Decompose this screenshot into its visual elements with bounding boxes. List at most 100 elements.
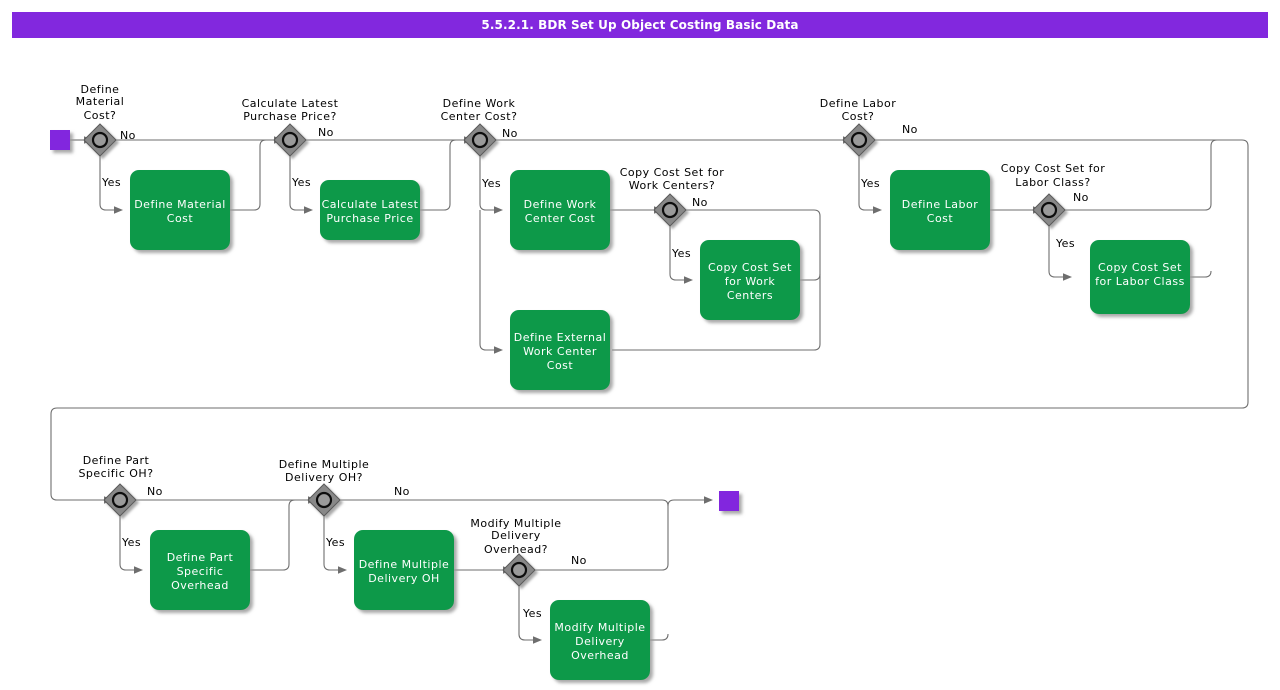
activity-label: Copy Cost Set [708, 261, 792, 274]
activity-define-external-work-center-cost[interactable]: Define External Work Center Cost [510, 310, 610, 390]
activity-label: Copy Cost Set [1098, 261, 1182, 274]
activity-modify-multiple-delivery-overhead[interactable]: Modify Multiple Delivery Overhead [550, 600, 650, 680]
arrow-head [533, 636, 542, 644]
gateway-circle-icon [510, 561, 528, 579]
edge-label-yes: Yes [121, 536, 141, 549]
arrow-head [1063, 273, 1072, 281]
gateway-define-labor-cost[interactable]: Define Labor Cost? [820, 97, 897, 157]
edge-copylabor-yes [1048, 226, 1063, 278]
gateway-define-multiple-delivery-oh[interactable]: Define Multiple Delivery OH? [279, 458, 370, 517]
activity-label: Cost [167, 212, 194, 225]
gateway-circle-icon [471, 131, 489, 149]
edge-label-yes: Yes [101, 176, 121, 189]
gateway-label: Define Multiple [279, 458, 370, 471]
gateway-label: Calculate Latest [242, 97, 339, 110]
gateway-circle-icon [1040, 201, 1058, 219]
node-layer: Define Material Cost? Calculate Latest P… [50, 83, 1190, 680]
edge-label-no: No [571, 554, 587, 567]
gateway-label: Delivery [491, 529, 541, 542]
activity-label: Purchase Price [326, 212, 413, 225]
arrow-head [684, 276, 693, 284]
edge-workcenter-yes-external [479, 210, 494, 351]
gateway-label: Material [76, 95, 125, 108]
activity-label: Cost [927, 212, 954, 225]
edge-label-no: No [147, 485, 163, 498]
activity-define-work-center-cost[interactable]: Define Work Center Cost [510, 170, 610, 250]
gateway-modify-multiple-delivery-overhead[interactable]: Modify Multiple Delivery Overhead? [470, 517, 561, 587]
end-terminal[interactable] [719, 491, 739, 511]
flowchart-canvas: Define Material Cost? Calculate Latest P… [50, 83, 1249, 680]
activity-copy-cost-set-for-work-centers[interactable]: Copy Cost Set for Work Centers [700, 240, 800, 320]
activity-label: Work Center [523, 345, 597, 358]
arrow-head [873, 206, 882, 214]
edge-material-activity-merge [230, 139, 274, 211]
arrow-head [114, 206, 123, 214]
gateway-copy-cost-set-labor-class[interactable]: Copy Cost Set for Labor Class? [1001, 162, 1106, 227]
gateway-circle-icon [281, 131, 299, 149]
edge-label-no: No [692, 196, 708, 209]
edge-modify-activity-merge [650, 633, 669, 641]
edge-label-yes: Yes [481, 177, 501, 190]
activity-label: Define Labor [902, 198, 979, 211]
activity-copy-cost-set-for-labor-class[interactable]: Copy Cost Set for Labor Class [1090, 240, 1190, 314]
gateway-label: Purchase Price? [243, 110, 337, 123]
edge-labor-no [50, 139, 1249, 501]
edge-label-no: No [318, 126, 334, 139]
activity-define-material-cost[interactable]: Define Material Cost [130, 170, 230, 250]
activity-label: Cost [547, 359, 574, 372]
arrow-head [494, 206, 503, 214]
edge-partspecific-activity-merge [250, 499, 308, 571]
activity-define-labor-cost[interactable]: Define Labor Cost [890, 170, 990, 250]
edge-label-yes: Yes [325, 536, 345, 549]
activity-label: Define Part [167, 551, 234, 564]
activity-label: Define External [514, 331, 607, 344]
gateway-label: Copy Cost Set for [620, 166, 725, 179]
edge-copylabor-no [1065, 139, 1242, 211]
activity-label: for Work [725, 275, 776, 288]
edge-label-no: No [120, 129, 136, 142]
arrow-head [494, 346, 503, 354]
edge-label-no: No [502, 127, 518, 140]
edge-label-no: No [394, 485, 410, 498]
activity-label: Overhead [171, 579, 229, 592]
edge-multipledelivery-no [340, 499, 669, 507]
gateway-define-material-cost[interactable]: Define Material Cost? [76, 83, 125, 157]
edge-label-no: No [902, 123, 918, 136]
activity-label: Define Work [524, 198, 597, 211]
gateway-label: Cost? [842, 110, 875, 123]
gateway-label: Define Labor [820, 97, 897, 110]
arrow-head [304, 206, 313, 214]
edge-label-yes: Yes [291, 176, 311, 189]
activity-label: Specific [177, 565, 224, 578]
activity-label: Overhead [571, 649, 629, 662]
gateway-circle-icon [111, 491, 129, 509]
gateway-label: Define Part [83, 454, 150, 467]
activity-label: Centers [727, 289, 773, 302]
activity-define-part-specific-overhead[interactable]: Define Part Specific Overhead [150, 530, 250, 610]
activity-calculate-latest-purchase-price[interactable]: Calculate Latest Purchase Price [320, 180, 420, 240]
gateway-label: Delivery OH? [285, 471, 363, 484]
edge-label-yes: Yes [1055, 237, 1075, 250]
gateway-label: Center Cost? [441, 110, 518, 123]
gateway-copy-cost-set-work-centers[interactable]: Copy Cost Set for Work Centers? [620, 166, 725, 227]
edge-copylabor-activity-merge [1190, 270, 1212, 278]
gateway-label: Labor Class? [1015, 176, 1090, 189]
arrow-head [704, 496, 713, 504]
activity-define-multiple-delivery-oh[interactable]: Define Multiple Delivery OH [354, 530, 454, 610]
activity-label: Define Material [134, 198, 226, 211]
gateway-label: Specific OH? [78, 467, 153, 480]
arrow-head [134, 566, 143, 574]
activity-label: Define Multiple [359, 558, 450, 571]
activity-label: Center Cost [525, 212, 596, 225]
activity-label: for Labor Class [1095, 275, 1185, 288]
start-terminal[interactable] [50, 130, 70, 150]
edge-label-yes: Yes [671, 247, 691, 260]
gateway-label: Define Work [443, 97, 516, 110]
edge-label-no: No [1073, 191, 1089, 204]
activity-label: Modify Multiple [554, 621, 645, 634]
gateway-circle-icon [661, 201, 679, 219]
edge-label-yes: Yes [860, 177, 880, 190]
edge-label-yes: Yes [522, 607, 542, 620]
gateway-circle-icon [91, 131, 109, 149]
gateway-define-part-specific-oh[interactable]: Define Part Specific OH? [78, 454, 153, 517]
